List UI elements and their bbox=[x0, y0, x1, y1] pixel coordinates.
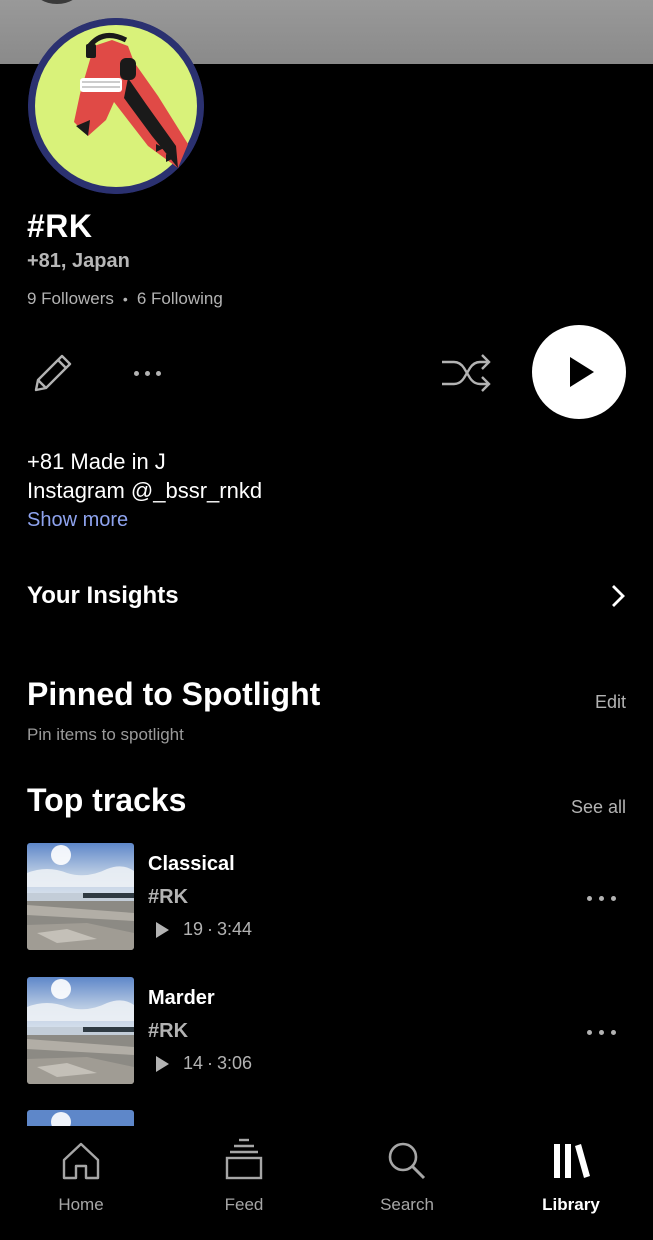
profile-location: +81, Japan bbox=[27, 250, 130, 272]
giraffe-avatar-image bbox=[28, 18, 204, 194]
stats-separator: · bbox=[207, 919, 214, 939]
home-icon bbox=[62, 1142, 100, 1180]
dot bbox=[598, 1029, 604, 1035]
top-tracks-title: Top tracks bbox=[27, 782, 187, 818]
dot bbox=[133, 370, 139, 376]
avatar[interactable] bbox=[28, 18, 204, 194]
track-more-icon[interactable] bbox=[575, 1017, 627, 1047]
tab-label: Library bbox=[542, 1195, 600, 1214]
following-count[interactable]: 6 Following bbox=[137, 289, 223, 309]
track-more-icon[interactable] bbox=[575, 883, 627, 913]
tab-library[interactable]: Library bbox=[516, 1136, 626, 1226]
track-artist: #RK bbox=[148, 886, 189, 908]
see-all-button[interactable]: See all bbox=[571, 797, 626, 818]
play-count: 14 bbox=[183, 1053, 204, 1073]
stats-separator: · bbox=[207, 1053, 214, 1073]
play-icon bbox=[570, 357, 594, 387]
library-icon bbox=[554, 1144, 590, 1178]
profile-name: #RK bbox=[27, 208, 93, 244]
track-title: Marder bbox=[148, 987, 215, 1009]
dot bbox=[610, 895, 616, 901]
show-more-link[interactable]: Show more bbox=[27, 509, 128, 532]
follow-separator: • bbox=[122, 291, 128, 307]
track-artwork-partial[interactable] bbox=[27, 1110, 134, 1126]
dot bbox=[586, 1029, 592, 1035]
tab-label: Feed bbox=[224, 1195, 264, 1214]
track-artist: #RK bbox=[148, 1020, 189, 1042]
insights-row[interactable]: Your Insights bbox=[27, 578, 627, 614]
dot bbox=[586, 895, 592, 901]
profile-bio: +81 Made in J Instagram @_bssr_rnkd bbox=[27, 447, 262, 505]
tab-home[interactable]: Home bbox=[26, 1136, 136, 1226]
chevron-right-icon bbox=[612, 585, 625, 607]
search-icon bbox=[388, 1142, 426, 1180]
track-stats: 14 · 3:06 bbox=[148, 1053, 252, 1074]
pinned-subtitle: Pin items to spotlight bbox=[27, 725, 184, 744]
banner-shape bbox=[34, 0, 80, 4]
pinned-edit-button[interactable]: Edit bbox=[595, 692, 626, 713]
bio-line: Instagram @_bssr_rnkd bbox=[27, 478, 263, 503]
bio-line: +81 Made in J bbox=[27, 449, 166, 474]
play-count-icon bbox=[156, 921, 169, 938]
insights-title: Your Insights bbox=[27, 582, 179, 609]
play-button[interactable] bbox=[532, 325, 626, 419]
track-artwork bbox=[27, 843, 134, 950]
track-row[interactable]: Classical #RK 19 · 3:44 bbox=[27, 843, 627, 951]
track-row[interactable]: Marder #RK 14 · 3:06 bbox=[27, 977, 627, 1085]
play-count-icon bbox=[156, 1055, 169, 1072]
shuffle-icon[interactable] bbox=[438, 350, 494, 396]
play-count: 19 bbox=[183, 919, 204, 939]
tab-label: Search bbox=[380, 1195, 434, 1214]
track-duration: 3:06 bbox=[217, 1053, 253, 1073]
pencil-icon[interactable] bbox=[28, 348, 78, 398]
feed-icon bbox=[225, 1138, 263, 1180]
track-artwork bbox=[27, 977, 134, 1084]
track-duration: 3:44 bbox=[217, 919, 253, 939]
tab-search[interactable]: Search bbox=[352, 1136, 462, 1226]
dot bbox=[155, 370, 161, 376]
track-title: Classical bbox=[148, 853, 235, 875]
dot bbox=[598, 895, 604, 901]
tab-feed[interactable]: Feed bbox=[189, 1136, 299, 1226]
follow-stats: 9 Followers • 6 Following bbox=[27, 289, 223, 309]
pinned-section-title: Pinned to Spotlight bbox=[27, 676, 321, 712]
dot bbox=[144, 370, 150, 376]
bottom-tab-bar: Home Feed Search Library bbox=[0, 1126, 653, 1240]
more-horizontal-icon[interactable] bbox=[122, 358, 172, 388]
followers-count[interactable]: 9 Followers bbox=[27, 289, 114, 309]
dot bbox=[610, 1029, 616, 1035]
tab-label: Home bbox=[58, 1195, 104, 1214]
track-stats: 19 · 3:44 bbox=[148, 919, 252, 940]
